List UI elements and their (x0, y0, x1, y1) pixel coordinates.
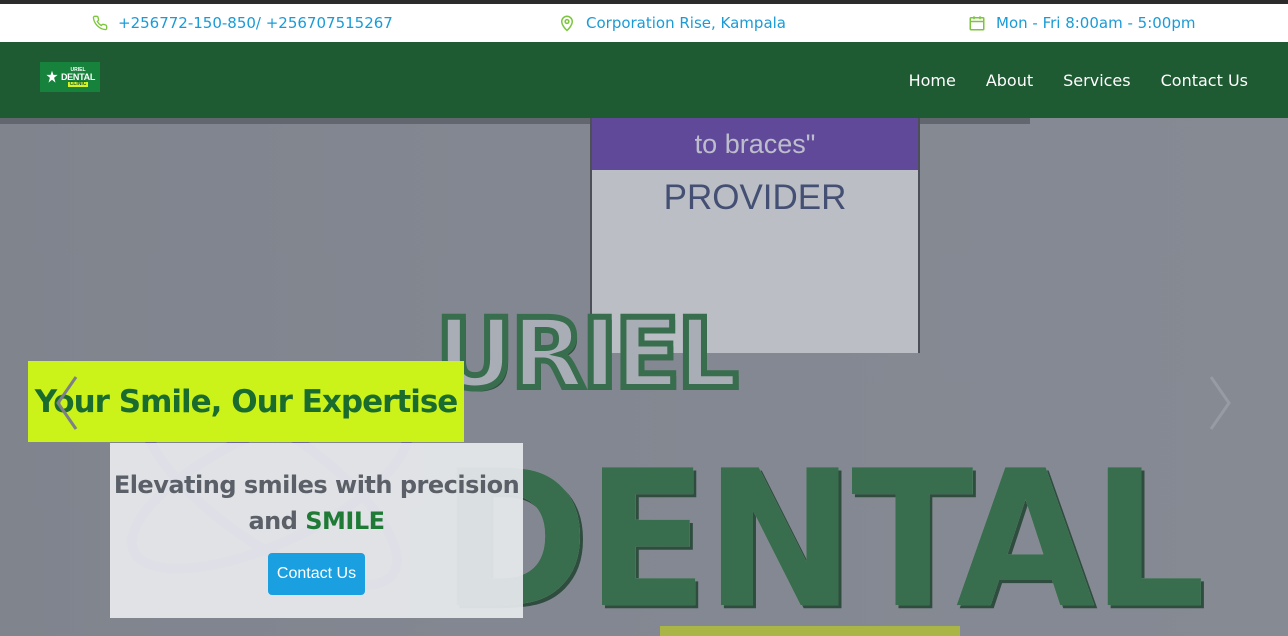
phone-text: +256772-150-850/ +256707515267 (118, 14, 393, 32)
nav-menu: Home About Services Contact Us (909, 42, 1248, 118)
hero-tagline: Your Smile, Our Expertise (34, 383, 459, 420)
phone-icon (92, 15, 108, 31)
logo-line-3: CLINIC (67, 80, 89, 87)
logo-wordmark: URIEL DENTAL CLINIC (61, 67, 95, 87)
tagline-banner: Your Smile, Our Expertise (28, 361, 464, 442)
carousel-prev-arrow-icon[interactable] (52, 373, 82, 433)
hero-caption-box: Elevating smiles with precision and SMIL… (110, 443, 523, 618)
main-navbar: URIEL DENTAL CLINIC Home About Services … (0, 42, 1288, 118)
hero-subtitle-highlight: SMILE (305, 507, 385, 535)
address-text: Corporation Rise, Kampala (586, 14, 786, 32)
hero-subtitle: Elevating smiles with precision and SMIL… (110, 467, 523, 539)
address-info: Corporation Rise, Kampala (558, 4, 786, 42)
tooth-logo-icon (46, 70, 58, 83)
contact-us-button[interactable]: Contact Us (268, 553, 365, 595)
hours-info: Mon - Fri 8:00am - 5:00pm (968, 4, 1195, 42)
phone-info[interactable]: +256772-150-850/ +256707515267 (92, 4, 393, 42)
carousel-next-arrow-icon[interactable] (1205, 373, 1235, 433)
nav-about[interactable]: About (986, 71, 1033, 90)
contact-info-bar: +256772-150-850/ +256707515267 Corporati… (0, 4, 1288, 42)
location-pin-icon (560, 15, 574, 32)
nav-services[interactable]: Services (1063, 71, 1130, 90)
nav-contact-us[interactable]: Contact Us (1161, 71, 1248, 90)
nav-home[interactable]: Home (909, 71, 956, 90)
hours-text: Mon - Fri 8:00am - 5:00pm (996, 14, 1196, 32)
hero-carousel: to braces" PROVIDER URIEL DENTAL Your Sm… (0, 118, 1288, 636)
brand-logo[interactable]: URIEL DENTAL CLINIC (40, 62, 100, 92)
calendar-icon (969, 16, 985, 31)
